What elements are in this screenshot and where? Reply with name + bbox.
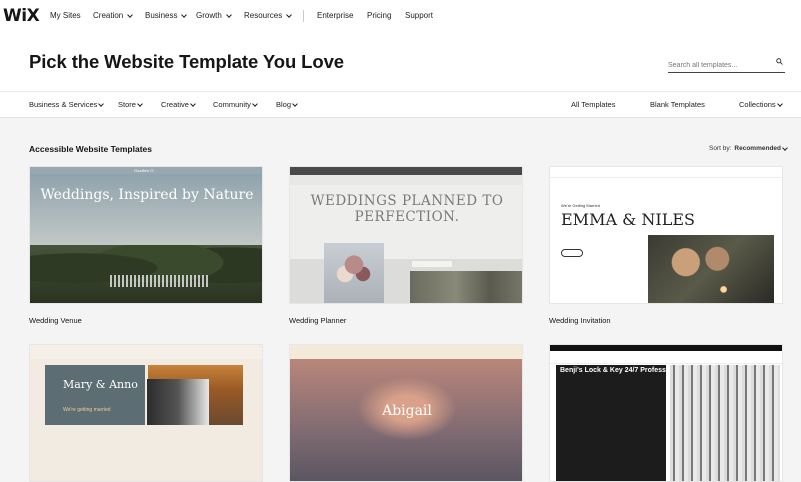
nav-resources[interactable]: Resources [244,11,293,20]
people-image [410,271,522,303]
template-card-5[interactable]: Abigail [289,344,523,482]
nav-enterprise[interactable]: Enterprise [317,11,353,20]
template-name[interactable]: Wedding Venue [29,316,263,325]
chevron-down-icon [137,100,143,107]
section-title: Accessible Website Templates [29,144,152,154]
category-store[interactable]: Store [118,100,143,109]
preview-heading: Weddings, Inspired by Nature [40,187,254,203]
preview-topbar [290,167,522,175]
template-name[interactable]: Wedding Invitation [549,316,783,325]
search-input[interactable] [668,57,768,74]
preview-button [561,249,583,257]
template-card-wedding-venue[interactable]: Garden O Weddings, Inspired by Nature We… [29,166,263,325]
category-bar: Business & Services Store Creative Commu… [0,91,801,118]
template-thumbnail[interactable]: WEDDINGS PLANNED TO PERFECTION. [289,166,523,304]
chevron-down-icon [286,11,293,18]
template-thumbnail[interactable]: Abigail [289,344,523,482]
preview-heading: WEDDINGS PLANNED TO PERFECTION. [310,193,504,225]
nav-creation[interactable]: Creation [93,11,134,20]
chevron-down-icon [782,144,788,151]
trees-image [30,245,262,303]
template-name[interactable]: Wedding Planner [289,316,523,325]
preview-nav [290,175,522,185]
chevron-down-icon [776,100,783,107]
preview-heading: Abigail [382,403,432,419]
sort-label: Sort by: [709,145,732,152]
couple-photo [648,235,774,303]
nav-business[interactable]: Business [145,11,188,20]
preview-panel [556,365,666,481]
preview-nav [550,351,782,364]
category-community[interactable]: Community [213,100,258,109]
preview-subheading: We're getting married [63,407,111,413]
preview-button [412,261,452,267]
preview-nav [30,345,262,359]
sort-dropdown[interactable]: Sort by: Recommended [709,144,788,152]
flowers-image [324,243,384,303]
nav-divider [303,9,304,22]
preview-heading: EMMA & NILES [561,210,695,229]
template-thumbnail[interactable]: Garden O Weddings, Inspired by Nature [29,166,263,304]
chevron-down-icon [292,100,298,107]
chevron-down-icon [252,100,258,107]
chevron-down-icon [181,11,188,18]
preview-nav [550,167,782,178]
chairs-image [110,275,210,287]
collections-dropdown[interactable]: Collections [739,100,783,109]
chevron-down-icon [127,11,134,18]
template-thumbnail[interactable]: We're Getting Married EMMA & NILES [549,166,783,304]
nav-support[interactable]: Support [405,11,433,20]
template-card-6[interactable]: Benji's Lock & Key 24/7 Professional Loc… [549,344,783,482]
category-business-services[interactable]: Business & Services [29,100,105,109]
preview-nav [290,345,522,359]
preview-heading: Mary & Anno [63,378,138,391]
template-card-wedding-planner[interactable]: WEDDINGS PLANNED TO PERFECTION. Wedding … [289,166,523,325]
page-header: Pick the Website Template You Love [0,31,801,91]
template-thumbnail[interactable]: Mary & Anno We're getting married [29,344,263,482]
nav-my-sites[interactable]: My Sites [50,11,81,20]
preview-brand: Garden O [134,168,154,173]
keys-image [670,365,780,481]
page-title: Pick the Website Template You Love [29,51,344,72]
search-icon[interactable] [776,58,783,65]
search-box [668,54,785,74]
template-thumbnail[interactable]: Benji's Lock & Key 24/7 Professional Loc… [549,344,783,482]
sort-value: Recommended [734,145,782,152]
blank-templates-link[interactable]: Blank Templates [650,100,705,109]
chevron-down-icon [225,11,232,18]
nav-pricing[interactable]: Pricing [367,11,391,20]
sky-image [30,173,262,253]
top-navigation-bar: WiX My Sites Creation Business Growth Re… [0,0,801,32]
chevron-down-icon [98,100,105,107]
chevron-down-icon [190,100,196,107]
couple-photo [147,379,209,425]
category-creative[interactable]: Creative [161,100,196,109]
all-templates-link[interactable]: All Templates [571,100,615,109]
wix-logo[interactable]: WiX [3,6,40,26]
category-blog[interactable]: Blog [276,100,298,109]
preview-panel [45,365,145,425]
template-card-wedding-invitation[interactable]: We're Getting Married EMMA & NILES Weddi… [549,166,783,325]
main-nav: My Sites [50,0,81,31]
template-card-4[interactable]: Mary & Anno We're getting married [29,344,263,482]
nav-growth[interactable]: Growth [196,11,232,20]
preview-eyebrow: We're Getting Married [561,203,600,208]
